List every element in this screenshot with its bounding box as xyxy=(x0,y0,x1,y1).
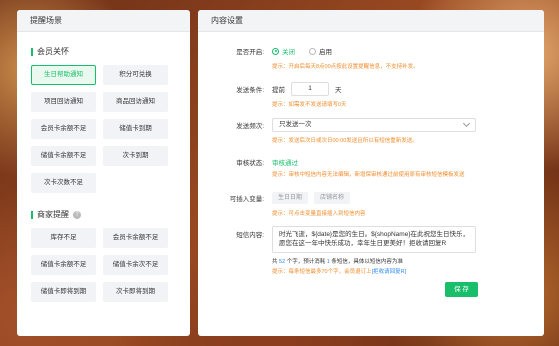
condition-prefix: 提前 xyxy=(272,87,285,94)
sms-row: 短信内容: 时光飞逝，${date}是您的生日。${shopName}在此祝您生… xyxy=(198,226,476,253)
scene-button-project-followup[interactable]: 项目回访通知 xyxy=(31,92,96,112)
save-button[interactable]: 保 存 xyxy=(445,282,478,297)
enable-label: 是否开启: xyxy=(236,49,264,56)
frequency-value: 只发送一次 xyxy=(279,121,312,128)
content-panel: 内容设置 是否开启: 关闭 启用 提示：开启后每天8点00点按此设置提醒信息，不… xyxy=(198,10,544,336)
frequency-hint: 提示：发送后次日或次日00:00发送且所以有短信重新发送。 xyxy=(272,138,418,144)
scene-button-stored-card-expire[interactable]: 储值卡到期 xyxy=(103,119,168,139)
scene-button-member-balance-low[interactable]: 会员卡余额不足 xyxy=(31,119,96,139)
frequency-label: 发送频次: xyxy=(236,123,264,130)
member-care-grid: 生日帮助通知 积分可兑换 项目回访通知 商品回访通知 会员卡余额不足 储值卡到期… xyxy=(17,65,190,193)
section-bar xyxy=(31,210,33,219)
frequency-row: 发送频次: 只发送一次 xyxy=(198,118,476,132)
merchant-title: 商家提醒 ? xyxy=(17,209,190,220)
frequency-select[interactable]: 只发送一次 xyxy=(272,118,476,132)
scene-button-stored-balance-low[interactable]: 储值卡余额不足 xyxy=(31,146,96,166)
audit-hint: 提示：审核中短信内容无法编辑，新增保审核通过前使用原有审核短信模板发送 xyxy=(272,172,465,178)
scene-button-times-card-expire[interactable]: 次卡到期 xyxy=(103,146,168,166)
sms-hint: 提示：每条短信最多70个字，会员退订上[拒收请回复R] xyxy=(272,269,407,275)
scene-button-stock-low[interactable]: 库存不足 xyxy=(31,228,96,248)
scene-button-times-insufficient[interactable]: 次卡次数不足 xyxy=(31,173,96,193)
scene-button-product-followup[interactable]: 商品回访通知 xyxy=(103,92,168,112)
radio-on-label[interactable]: 启用 xyxy=(319,46,332,56)
scene-button-merchant-stored-balance[interactable]: 储值卡余额不足 xyxy=(31,255,96,275)
vars-hint: 提示：可点击变量直接插入到短信内容 xyxy=(272,211,366,217)
help-icon[interactable]: ? xyxy=(73,210,81,219)
scene-button-merchant-stored-times[interactable]: 储值卡余次不足 xyxy=(103,255,168,275)
audit-row: 审核状态: 审核通过 xyxy=(198,157,298,167)
radio-on-icon[interactable] xyxy=(309,47,316,55)
member-care-title: 会员关怀 xyxy=(17,46,190,57)
section-bar xyxy=(31,47,33,56)
vars-label: 可插入变量: xyxy=(229,196,264,203)
var-tag-shopname[interactable]: 店铺名称 xyxy=(314,192,351,204)
condition-hint: 提示：如需发不发送请填写0天 xyxy=(272,102,347,108)
audit-label: 审核状态: xyxy=(236,160,264,167)
condition-unit: 天 xyxy=(335,87,342,94)
scene-button-merchant-stored-expire[interactable]: 储值卡即将到期 xyxy=(31,282,96,302)
content-panel-header: 内容设置 xyxy=(198,10,544,32)
chevron-down-icon xyxy=(462,119,471,128)
radio-off-icon[interactable] xyxy=(272,47,279,55)
scene-button-birthday[interactable]: 生日帮助通知 xyxy=(31,65,96,85)
enable-row: 是否开启: 关闭 启用 xyxy=(198,46,346,56)
sms-textarea[interactable]: 时光飞逝，${date}是您的生日。${shopName}在此祝您生日快乐，愿您… xyxy=(272,226,476,253)
audit-status: 审核通过 xyxy=(272,160,298,167)
enable-hint: 提示：开启后每天8点00点按此设置提醒信息，不支持补发。 xyxy=(272,64,419,70)
condition-label: 发送条件: xyxy=(236,87,264,94)
days-input[interactable]: 1 xyxy=(291,82,329,96)
unsubscribe-link[interactable]: [拒收请回复R] xyxy=(372,269,407,275)
scene-button-points[interactable]: 积分可兑换 xyxy=(103,65,168,85)
merchant-grid: 库存不足 会员卡余额不足 储值卡余额不足 储值卡余次不足 储值卡即将到期 次卡即… xyxy=(17,228,190,302)
var-tag-birthday[interactable]: 生日日期 xyxy=(272,192,309,204)
scene-panel-header: 提醒场景 xyxy=(17,10,190,32)
sms-count: 共 52 个字，预计消耗 1 条短信，具体以短信内容为准 xyxy=(272,259,403,265)
sms-label: 短信内容: xyxy=(236,232,264,239)
scene-panel: 提醒场景 会员关怀 生日帮助通知 积分可兑换 项目回访通知 商品回访通知 会员卡… xyxy=(17,10,190,336)
vars-row: 可插入变量: 生日日期 店铺名称 xyxy=(198,192,356,204)
condition-row: 发送条件: 提前 1 天 xyxy=(198,82,342,96)
scene-button-merchant-times-expire[interactable]: 次卡即将到期 xyxy=(103,282,168,302)
radio-off-label[interactable]: 关闭 xyxy=(282,46,295,56)
scene-button-merchant-member-balance[interactable]: 会员卡余额不足 xyxy=(103,228,168,248)
